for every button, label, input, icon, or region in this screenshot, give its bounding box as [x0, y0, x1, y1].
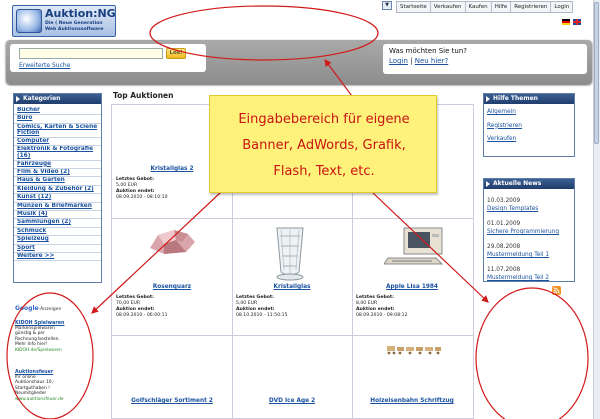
- callout-line: Banner, AdWords, Grafik,: [242, 138, 406, 153]
- callout-line: Eingabebereich für eigene: [238, 112, 410, 127]
- callout-line: Flash, Text, etc.: [273, 164, 375, 179]
- pointer-arrow: [91, 177, 237, 314]
- highlight-ellipse: [475, 287, 589, 419]
- highlight-ellipse: [149, 5, 379, 61]
- pointer-arrow: [371, 191, 489, 303]
- highlight-ellipse: [6, 292, 94, 419]
- annotation-callout: Eingabebereich für eigene Banner, AdWord…: [209, 95, 437, 193]
- scrollbar-thumb[interactable]: [594, 2, 599, 144]
- annotation-overlay: [6, 5, 589, 419]
- pointer-arrow: [324, 59, 353, 97]
